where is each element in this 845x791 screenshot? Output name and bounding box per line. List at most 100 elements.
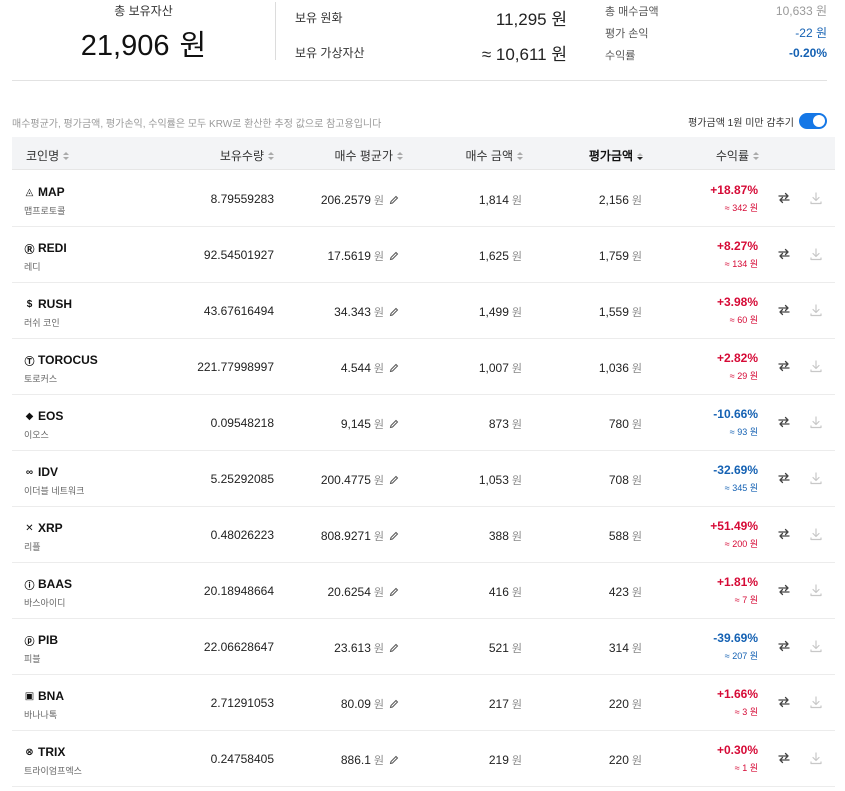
eval-amount-cell: 1,559 원 [599,304,642,320]
coin-name: 토로커스 [24,374,58,384]
col-eval-header[interactable]: 평가금액 [589,147,643,164]
download-icon[interactable] [809,527,823,541]
download-icon[interactable] [809,247,823,261]
table-row[interactable]: ▣ BNA 바나나톡 2.71291053 80.09 원 217 원 220 원 +… [12,675,835,731]
avg-price-value: 4.544 [340,361,371,375]
sort-icon [397,152,403,161]
table-row[interactable]: ⊗ TRIX 트라이엄프엑스 0.24758405 886.1 원 219 원 22… [12,731,835,787]
table-row[interactable]: $ RUSH 러쉬 코인 43.67616494 34.343 원 1,499 원 … [12,283,835,339]
col-rate-label: 수익률 [715,149,749,163]
col-avg-header[interactable]: 매수 평균가 [334,147,403,164]
return-rate-cell: +1.66% ≈ 3 원 [717,687,758,718]
swap-arrows-icon[interactable] [777,639,791,653]
idv-icon: ∞ [25,466,34,478]
edit-pencil-icon[interactable] [389,363,399,373]
buy-amount-value: 1,625 [478,249,509,263]
swap-arrows-icon[interactable] [777,471,791,485]
swap-arrows-icon[interactable] [777,247,791,261]
table-row[interactable]: ⓘ BAAS 바스아이디 20.18948664 20.6254 원 416 원 4… [12,563,835,619]
swap-arrows-icon[interactable] [777,415,791,429]
edit-pencil-icon[interactable] [389,587,399,597]
table-row[interactable]: Ⓡ REDI 레디 92.54501927 17.5619 원 1,625 원 1,… [12,227,835,283]
col-rate-header[interactable]: 수익률 [716,147,759,164]
won-unit: 원 [373,419,384,431]
buy-total-value: 10,633 원 [775,4,827,18]
download-icon[interactable] [809,415,823,429]
edit-pencil-icon[interactable] [389,755,399,765]
coin-name: 레디 [24,262,41,272]
buy-amount-cell: 1,007 원 [479,360,522,376]
edit-pencil-icon[interactable] [389,531,399,541]
won-unit: 원 [511,643,522,655]
avg-price-cell: 9,145 원 [341,416,399,432]
rush-icon: $ [26,298,33,310]
avg-price-cell: 200.4775 원 [321,472,399,488]
swap-arrows-icon[interactable] [777,583,791,597]
won-unit: 원 [511,531,522,543]
sort-icon [63,152,70,161]
download-icon[interactable] [809,191,823,205]
table-header: 코인명 보유수량 매수 평균가 매수 금액 평가금액 수익률 [12,137,835,170]
download-icon[interactable] [809,359,823,373]
edit-pencil-icon[interactable] [389,251,399,261]
table-row[interactable]: Ⓣ TOROCUS 토로커스 221.77998997 4.544 원 1,007… [12,339,835,395]
table-row[interactable]: ⓟ PIB 피블 22.06628647 23.613 원 521 원 314 원 -… [12,619,835,675]
edit-pencil-icon[interactable] [389,307,399,317]
edit-pencil-icon[interactable] [389,419,399,429]
eval-amount-cell: 1,036 원 [599,360,642,376]
col-coin-label: 코인명 [26,149,60,163]
swap-arrows-icon[interactable] [777,751,791,765]
coin-name: 이더블 네트워크 [24,486,85,496]
total-assets-value: 21,906 원 [12,22,275,64]
coin-cell: ◬ MAP 맵프로토콜 [24,184,65,217]
swap-arrows-icon[interactable] [777,527,791,541]
return-rate-percent: +8.27% [716,239,758,253]
buy-amount-cell: 388 원 [489,528,522,544]
download-icon[interactable] [809,583,823,597]
swap-arrows-icon[interactable] [777,191,791,205]
holding-quantity: 92.54501927 [203,248,274,262]
return-rate-percent: -10.66% [713,407,758,421]
download-icon[interactable] [809,471,823,485]
col-coin-header[interactable]: 코인명 [26,147,70,164]
edit-pencil-icon[interactable] [389,699,399,709]
holding-quantity: 20.18948664 [203,584,274,598]
download-icon[interactable] [809,303,823,317]
download-icon[interactable] [809,751,823,765]
holding-quantity: 0.48026223 [210,528,274,542]
return-rate-cell: +1.81% ≈ 7 원 [717,575,758,606]
summary-divider [275,2,276,60]
eval-amount-value: 708 [608,473,629,487]
download-icon[interactable] [809,695,823,709]
won-unit: 원 [373,755,384,767]
col-buy-header[interactable]: 매수 금액 [466,147,523,164]
holding-quantity: 22.06628647 [203,640,274,654]
total-assets-unit: 원 [179,30,207,62]
coin-symbol: EOS [38,409,64,423]
avg-price-cell: 17.5619 원 [327,248,399,264]
table-row[interactable]: ◆ EOS 이오스 0.09548218 9,145 원 873 원 780 원 -1… [12,395,835,451]
swap-arrows-icon[interactable] [777,303,791,317]
avg-price-cell: 206.2579 원 [321,192,399,208]
swap-arrows-icon[interactable] [777,695,791,709]
avg-price-cell: 20.6254 원 [327,584,399,600]
download-icon[interactable] [809,639,823,653]
hide-small-toggle[interactable] [799,113,827,129]
swap-arrows-icon[interactable] [777,359,791,373]
col-qty-header[interactable]: 보유수량 [220,147,274,164]
edit-pencil-icon[interactable] [389,195,399,205]
coin-name: 이오스 [24,430,49,440]
table-row[interactable]: ∞ IDV 이더블 네트워크 5.25292085 200.4775 원 1,05… [12,451,835,507]
coin-name: 맵프로토콜 [24,206,66,216]
krw-value: 11,295 원 [495,10,567,29]
return-rate-amount: ≈ 93 원 [729,427,758,437]
table-row[interactable]: ◬ MAP 맵프로토콜 8.79559283 206.2579 원 1,814 원 … [12,171,835,227]
won-unit: 원 [373,587,384,599]
avg-price-cell: 808.9271 원 [321,528,399,544]
edit-pencil-icon[interactable] [389,475,399,485]
buy-amount-value: 1,499 [478,305,509,319]
pib-icon: ⓟ [24,636,35,648]
table-row[interactable]: ✕ XRP 리플 0.48026223 808.9271 원 388 원 588 원 … [12,507,835,563]
edit-pencil-icon[interactable] [389,643,399,653]
holding-quantity: 0.24758405 [210,752,274,766]
